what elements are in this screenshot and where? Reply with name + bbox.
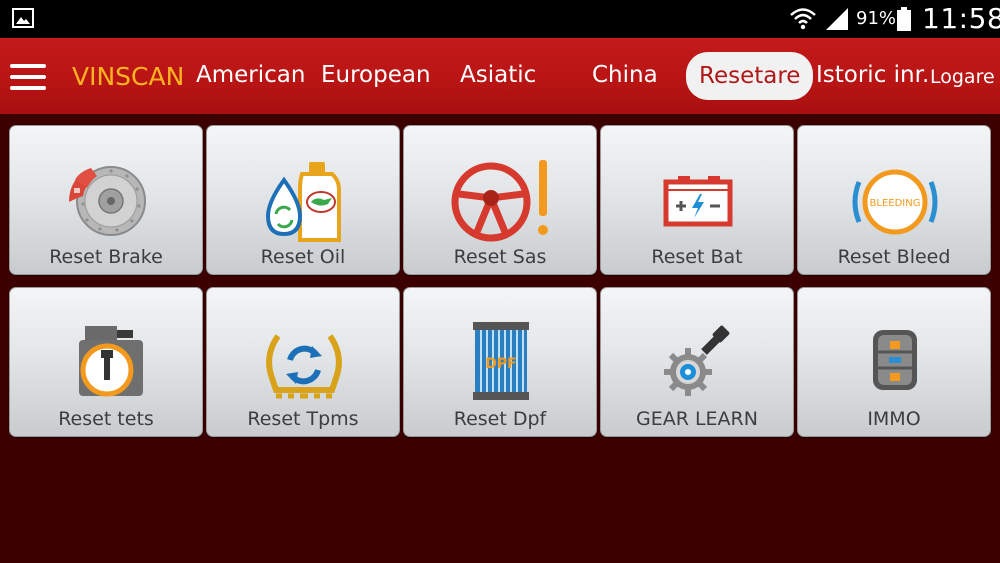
top-nav: VINSCAN American European Asiatic China … <box>0 38 1000 114</box>
tile-label: IMMO <box>867 408 921 430</box>
reset-tpms-button[interactable]: Reset Tpms <box>206 287 400 437</box>
immobilizer-icon <box>873 330 917 390</box>
reset-bat-button[interactable]: Reset Bat <box>600 125 794 275</box>
login-button[interactable]: Logare <box>930 66 995 88</box>
tab-american[interactable]: American <box>196 62 305 88</box>
tab-china[interactable]: China <box>592 62 658 88</box>
tab-european[interactable]: European <box>321 62 431 88</box>
tile-label: GEAR LEARN <box>636 408 758 430</box>
dpf-icon-text: DPF <box>485 356 516 372</box>
status-bar: 91% 11:58 <box>0 0 1000 38</box>
brake-disc-icon <box>69 166 146 236</box>
immo-button[interactable]: IMMO <box>797 287 991 437</box>
menu-icon[interactable] <box>10 64 46 92</box>
tile-label: Reset Brake <box>49 246 163 268</box>
tile-label: Reset Sas <box>453 246 547 268</box>
tpms-icon <box>266 334 342 399</box>
gear-learn-icon <box>664 325 730 396</box>
throttle-body-icon <box>79 326 143 397</box>
tile-label: Reset Bat <box>651 246 743 268</box>
brand-title: VINSCAN <box>72 62 185 91</box>
tab-asiatic[interactable]: Asiatic <box>460 62 536 88</box>
battery-icon <box>897 7 911 31</box>
bleeding-icon-text: BLEEDING <box>870 198 921 209</box>
reset-dpf-button[interactable]: DPF Reset Dpf <box>403 287 597 437</box>
battery-icon <box>663 176 733 227</box>
battery-percent: 91% <box>856 8 897 29</box>
tile-label: Reset Oil <box>260 246 346 268</box>
gear-learn-button[interactable]: GEAR LEARN <box>600 287 794 437</box>
wifi-icon <box>790 8 816 30</box>
reset-tets-button[interactable]: Reset tets <box>9 287 203 437</box>
bleeding-icon: BLEEDING <box>852 169 938 235</box>
signal-icon <box>826 8 848 30</box>
tab-resetare[interactable]: Resetare <box>686 52 814 100</box>
reset-bleed-button[interactable]: BLEEDING Reset Bleed <box>797 125 991 275</box>
tab-istoric[interactable]: Istoric inr.. <box>816 62 928 88</box>
reset-oil-button[interactable]: Reset Oil <box>206 125 400 275</box>
steering-wheel-icon <box>451 160 548 242</box>
clock: 11:58 <box>922 2 1000 35</box>
tile-label: Reset Bleed <box>837 246 951 268</box>
tile-label: Reset Tpms <box>247 408 359 430</box>
reset-brake-button[interactable]: Reset Brake <box>9 125 203 275</box>
gallery-icon <box>12 8 34 28</box>
dpf-filter-icon: DPF <box>473 322 529 400</box>
reset-sas-button[interactable]: Reset Sas <box>403 125 597 275</box>
tile-label: Reset Dpf <box>453 408 547 430</box>
tile-label: Reset tets <box>58 408 154 430</box>
oil-can-icon <box>265 162 341 242</box>
